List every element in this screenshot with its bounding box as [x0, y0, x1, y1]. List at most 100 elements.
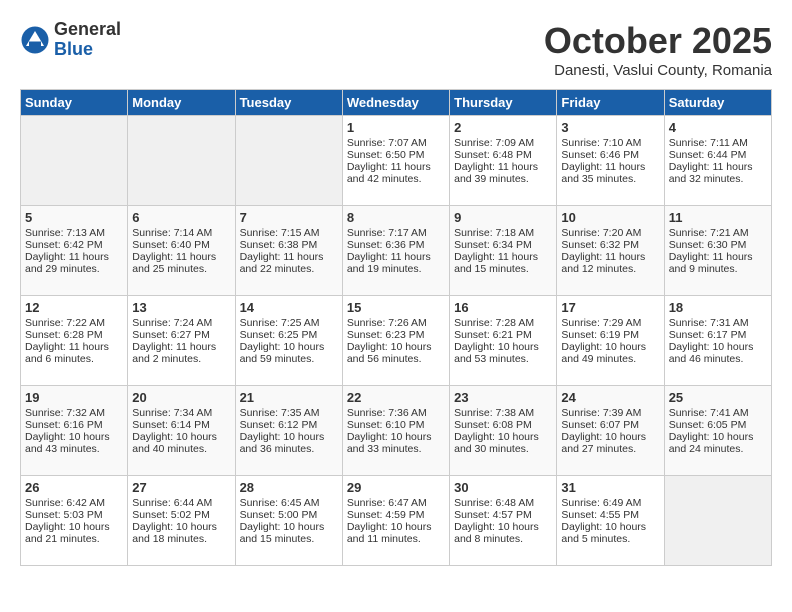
day-info: Sunrise: 7:25 AM — [240, 317, 338, 329]
day-number: 5 — [25, 210, 123, 225]
day-info: and 27 minutes. — [561, 443, 659, 455]
day-info: Sunrise: 7:34 AM — [132, 407, 230, 419]
day-number: 29 — [347, 480, 445, 495]
calendar-cell: 31Sunrise: 6:49 AMSunset: 4:55 PMDayligh… — [557, 476, 664, 566]
day-info: Sunrise: 7:15 AM — [240, 227, 338, 239]
page-header: General Blue October 2025 Danesti, Vaslu… — [20, 20, 772, 79]
day-info: and 18 minutes. — [132, 533, 230, 545]
day-info: Sunrise: 7:17 AM — [347, 227, 445, 239]
day-info: Sunset: 6:17 PM — [669, 329, 767, 341]
day-info: and 11 minutes. — [347, 533, 445, 545]
day-info: Sunset: 6:19 PM — [561, 329, 659, 341]
day-info: and 15 minutes. — [454, 263, 552, 275]
day-info: and 25 minutes. — [132, 263, 230, 275]
day-info: and 36 minutes. — [240, 443, 338, 455]
calendar-cell: 9Sunrise: 7:18 AMSunset: 6:34 PMDaylight… — [450, 206, 557, 296]
day-number: 24 — [561, 390, 659, 405]
day-info: Sunset: 6:36 PM — [347, 239, 445, 251]
day-info: Daylight: 10 hours — [240, 521, 338, 533]
day-info: Sunrise: 7:09 AM — [454, 137, 552, 149]
day-info: Daylight: 10 hours — [561, 341, 659, 353]
calendar-cell: 7Sunrise: 7:15 AMSunset: 6:38 PMDaylight… — [235, 206, 342, 296]
day-header-friday: Friday — [557, 90, 664, 116]
day-info: and 59 minutes. — [240, 353, 338, 365]
calendar-cell: 17Sunrise: 7:29 AMSunset: 6:19 PMDayligh… — [557, 296, 664, 386]
day-number: 8 — [347, 210, 445, 225]
day-info: Sunrise: 6:49 AM — [561, 497, 659, 509]
calendar-cell — [128, 116, 235, 206]
day-info: and 56 minutes. — [347, 353, 445, 365]
day-number: 21 — [240, 390, 338, 405]
day-info: Sunrise: 6:47 AM — [347, 497, 445, 509]
day-info: Sunrise: 6:42 AM — [25, 497, 123, 509]
day-header-monday: Monday — [128, 90, 235, 116]
day-info: Daylight: 11 hours — [454, 251, 552, 263]
calendar-cell: 20 Sunrise: 7:34 AMSunset: 6:14 PMDayligh… — [128, 386, 235, 476]
day-info: Sunrise: 7:22 AM — [25, 317, 123, 329]
day-info: and 30 minutes. — [454, 443, 552, 455]
day-number: 11 — [669, 210, 767, 225]
day-info: and 39 minutes. — [454, 173, 552, 185]
day-info: Sunset: 6:42 PM — [25, 239, 123, 251]
day-info: Sunrise: 7:20 AM — [561, 227, 659, 239]
calendar-week-2: 5 Sunrise: 7:13 AMSunset: 6:42 PM Daylight… — [21, 206, 772, 296]
day-info: Daylight: 10 hours — [454, 341, 552, 353]
day-number: 6 — [132, 210, 230, 225]
day-number: 1 — [347, 120, 445, 135]
calendar-cell: 3 Sunrise: 7:10 AMSunset: 6:46 PMDaylight… — [557, 116, 664, 206]
day-header-saturday: Saturday — [664, 90, 771, 116]
day-info: Daylight: 11 hours — [132, 251, 230, 263]
day-info: Daylight: 11 hours — [347, 161, 445, 173]
calendar-week-3: 12Sunrise: 7:22 AMSunset: 6:28 PMDayligh… — [21, 296, 772, 386]
calendar-cell: 22Sunrise: 7:36 AMSunset: 6:10 PMDayligh… — [342, 386, 449, 476]
calendar-cell — [235, 116, 342, 206]
day-info: Daylight: 11 hours — [561, 251, 659, 263]
day-number: 31 — [561, 480, 659, 495]
day-info: Sunrise: 6:45 AM — [240, 497, 338, 509]
calendar-cell: 25Sunrise: 7:41 AMSunset: 6:05 PMDayligh… — [664, 386, 771, 476]
day-info: Sunset: 6:12 PM — [240, 419, 338, 431]
day-info: Daylight: 10 hours — [347, 341, 445, 353]
day-number: 10 — [561, 210, 659, 225]
day-info: Sunset: 6:38 PM — [240, 239, 338, 251]
logo-blue: Blue — [54, 40, 121, 60]
day-info: Sunrise: 7:29 AM — [561, 317, 659, 329]
day-info: and 5 minutes. — [561, 533, 659, 545]
calendar-cell: 30Sunrise: 6:48 AMSunset: 4:57 PMDayligh… — [450, 476, 557, 566]
day-info: Sunset: 4:55 PM — [561, 509, 659, 521]
month-title: October 2025 — [544, 20, 772, 62]
day-info: and 21 minutes. — [25, 533, 123, 545]
day-info: Sunset: 6:14 PM — [132, 419, 230, 431]
calendar-cell: 18Sunrise: 7:31 AMSunset: 6:17 PMDayligh… — [664, 296, 771, 386]
day-number: 25 — [669, 390, 767, 405]
day-number: 27 — [132, 480, 230, 495]
calendar-week-4: 19Sunrise: 7:32 AMSunset: 6:16 PMDayligh… — [21, 386, 772, 476]
calendar-cell: 15Sunrise: 7:26 AMSunset: 6:23 PMDayligh… — [342, 296, 449, 386]
day-info: Sunrise: 6:48 AM — [454, 497, 552, 509]
calendar-cell: 1Sunrise: 7:07 AMSunset: 6:50 PMDaylight… — [342, 116, 449, 206]
day-info: and 53 minutes. — [454, 353, 552, 365]
calendar-cell: 28Sunrise: 6:45 AMSunset: 5:00 PMDayligh… — [235, 476, 342, 566]
day-info: Sunset: 6:46 PM — [561, 149, 659, 161]
day-info: Sunset: 6:16 PM — [25, 419, 123, 431]
calendar-cell: 19Sunrise: 7:32 AMSunset: 6:16 PMDayligh… — [21, 386, 128, 476]
day-info: Sunset: 6:48 PM — [454, 149, 552, 161]
day-info: Sunrise: 7:14 AM — [132, 227, 230, 239]
day-info: Sunrise: 7:13 AM — [25, 227, 123, 239]
calendar-cell — [21, 116, 128, 206]
day-info: Daylight: 11 hours — [240, 251, 338, 263]
day-info: and 42 minutes. — [347, 173, 445, 185]
day-number: 9 — [454, 210, 552, 225]
calendar-cell: 26Sunrise: 6:42 AMSunset: 5:03 PMDayligh… — [21, 476, 128, 566]
day-info: Sunrise: 7:10 AM — [561, 137, 659, 149]
day-info: Daylight: 10 hours — [132, 431, 230, 443]
day-info: Daylight: 11 hours — [669, 251, 767, 263]
day-info: Daylight: 11 hours — [561, 161, 659, 173]
calendar-cell: 5Sunrise: 7:13 AMSunset: 6:42 PMDaylight… — [21, 206, 128, 296]
day-info: Sunset: 6:27 PM — [132, 329, 230, 341]
day-number: 20 — [132, 390, 230, 405]
calendar-cell: 8Sunrise: 7:17 AMSunset: 6:36 PMDaylight… — [342, 206, 449, 296]
day-info: Sunrise: 7:28 AM — [454, 317, 552, 329]
calendar-cell: 29Sunrise: 6:47 AMSunset: 4:59 PMDayligh… — [342, 476, 449, 566]
day-number: 3 — [561, 120, 659, 135]
